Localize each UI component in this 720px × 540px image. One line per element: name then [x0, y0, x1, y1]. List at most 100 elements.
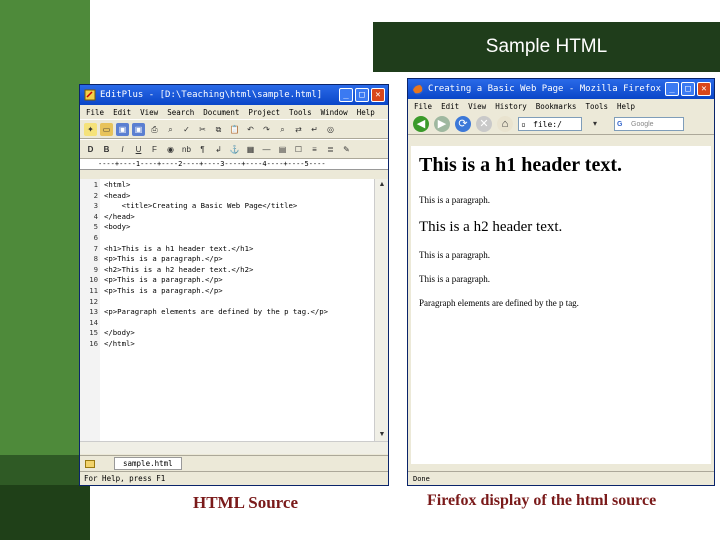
table-icon[interactable]: ▤: [276, 143, 289, 156]
scroll-up-icon[interactable]: ▲: [375, 179, 388, 191]
content-paragraph: This is a paragraph.: [419, 250, 490, 260]
tab-label: sample.html: [123, 459, 173, 468]
break-icon[interactable]: ↲: [212, 143, 225, 156]
cut-icon[interactable]: ✂: [196, 123, 209, 136]
menu-bookmarks[interactable]: Bookmarks: [536, 102, 577, 111]
line-number: 10: [89, 275, 98, 285]
menu-edit[interactable]: Edit: [441, 102, 459, 111]
browser-icon[interactable]: ◎: [324, 123, 337, 136]
print-icon[interactable]: ⎙: [148, 123, 161, 136]
line-number: 12: [89, 296, 98, 306]
menu-tools[interactable]: Tools: [289, 108, 312, 117]
back-arrow-icon[interactable]: ◀: [413, 115, 429, 132]
menu-document[interactable]: Document: [203, 108, 239, 117]
editor-status-text: For Help, press F1: [84, 474, 166, 483]
search-input[interactable]: G Google: [614, 116, 684, 131]
close-button[interactable]: ✕: [697, 82, 711, 96]
redo-icon[interactable]: ↷: [260, 123, 273, 136]
undo-icon[interactable]: ↶: [244, 123, 257, 136]
stop-icon[interactable]: ✕: [476, 115, 492, 132]
url-text: file:/: [533, 119, 562, 129]
line-number: 4: [93, 211, 98, 221]
find-icon[interactable]: ⌕: [276, 123, 289, 136]
menu-view[interactable]: View: [468, 102, 486, 111]
menu-window[interactable]: Window: [321, 108, 348, 117]
folder-icon[interactable]: [85, 458, 95, 468]
html-toolbar-icon[interactable]: D: [84, 143, 97, 156]
code-line: 3 <title>Creating a Basic Web Page</titl…: [80, 201, 374, 212]
anchor-icon[interactable]: ⚓: [228, 143, 241, 156]
slide-title: Sample HTML: [373, 22, 720, 72]
underline-icon[interactable]: U: [132, 143, 145, 156]
code-editor[interactable]: 1 <html> 2 <head> 3 <title>Creating a Basi…: [80, 179, 374, 441]
content-h1: This is a h1 header text.: [419, 154, 622, 176]
word-wrap-icon[interactable]: ↵: [308, 123, 321, 136]
firefox-titlebar[interactable]: Creating a Basic Web Page - Mozilla Fire…: [408, 79, 714, 99]
new-file-icon[interactable]: ✦: [84, 122, 97, 136]
editor-horizontal-scrollbar[interactable]: [80, 441, 388, 454]
code-line: 16 </html>: [80, 339, 374, 350]
list-icon[interactable]: ≡: [308, 143, 321, 156]
print-preview-icon[interactable]: ⌕: [164, 123, 177, 136]
replace-icon[interactable]: ⇄: [292, 123, 305, 136]
image-icon[interactable]: ▦: [244, 143, 257, 156]
scroll-down-icon[interactable]: ▼: [375, 429, 388, 441]
forward-arrow-icon[interactable]: ▶: [434, 115, 450, 132]
menu-tools[interactable]: Tools: [585, 102, 608, 111]
code-text: <html>: [104, 180, 131, 189]
code-text: <h2>This is a h2 header text.</h2>: [104, 264, 254, 274]
tab-sample-html[interactable]: sample.html: [114, 457, 182, 470]
hr-icon[interactable]: ―: [260, 143, 273, 156]
minimize-button[interactable]: _: [665, 82, 679, 96]
editor-tab-bar: sample.html: [80, 455, 388, 470]
code-text: <title>Creating a Basic Web Page</title>: [104, 201, 298, 211]
color-icon[interactable]: ◉: [164, 143, 177, 156]
editor-vertical-scrollbar[interactable]: ▲ ▼: [374, 179, 388, 441]
editor-titlebar[interactable]: EditPlus - [D:\Teaching\html\sample.html…: [80, 85, 388, 105]
save-all-icon[interactable]: ▣: [132, 122, 145, 136]
maximize-button[interactable]: □: [681, 82, 695, 96]
menu-help[interactable]: Help: [617, 102, 635, 111]
center-icon[interactable]: ≣: [324, 143, 337, 156]
save-icon[interactable]: ▣: [116, 122, 129, 136]
form-icon[interactable]: ☐: [292, 143, 305, 156]
menu-help[interactable]: Help: [357, 108, 375, 117]
code-line: 6: [80, 233, 374, 244]
line-number: 16: [89, 338, 98, 348]
code-text: <p>This is a paragraph.</p>: [104, 275, 223, 285]
open-folder-icon[interactable]: ▭: [100, 122, 113, 136]
menu-view[interactable]: View: [140, 108, 158, 117]
menu-history[interactable]: History: [495, 102, 527, 111]
menu-edit[interactable]: Edit: [113, 108, 131, 117]
line-number: 3: [93, 201, 98, 211]
close-button[interactable]: ✕: [371, 88, 385, 102]
menu-search[interactable]: Search: [167, 108, 194, 117]
maximize-button[interactable]: □: [355, 88, 369, 102]
url-dropdown-icon[interactable]: ▾: [587, 116, 603, 132]
nbsp-icon[interactable]: nb: [180, 143, 193, 156]
caption-firefox-display: Firefox display of the html source: [427, 492, 657, 509]
italic-icon[interactable]: I: [116, 143, 129, 156]
code-line: 11 <p>This is a paragraph.</p>: [80, 286, 374, 297]
minimize-button[interactable]: _: [339, 88, 353, 102]
paste-icon[interactable]: 📋: [228, 123, 241, 136]
font-icon[interactable]: F: [148, 143, 161, 156]
menu-project[interactable]: Project: [248, 108, 280, 117]
menu-file[interactable]: File: [86, 108, 104, 117]
comment-icon[interactable]: ✎: [340, 143, 353, 156]
url-bar[interactable]: ▫ file:/: [518, 116, 582, 131]
line-number: 13: [89, 307, 98, 317]
page-icon: ▫: [521, 119, 526, 129]
code-text: <body>: [104, 222, 131, 232]
menu-file[interactable]: File: [414, 102, 432, 111]
code-line: 4 </head>: [80, 212, 374, 223]
paragraph-icon[interactable]: ¶: [196, 143, 209, 156]
spellcheck-icon[interactable]: ✓: [180, 123, 193, 136]
bold-icon[interactable]: B: [100, 143, 113, 156]
content-paragraph: Paragraph elements are defined by the p …: [419, 298, 579, 308]
copy-icon[interactable]: ⧉: [212, 123, 225, 136]
reload-icon[interactable]: ⟳: [455, 115, 471, 132]
code-line: 10 <p>This is a paragraph.</p>: [80, 275, 374, 286]
home-icon[interactable]: ⌂: [497, 115, 513, 132]
code-text: <head>: [104, 190, 131, 200]
